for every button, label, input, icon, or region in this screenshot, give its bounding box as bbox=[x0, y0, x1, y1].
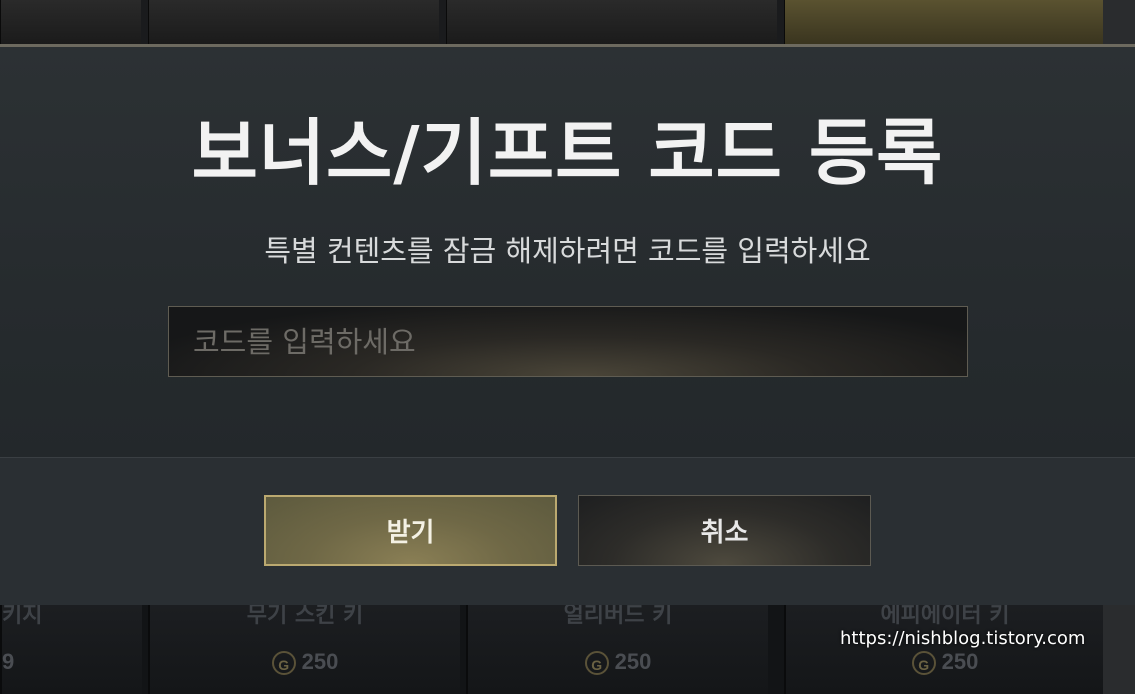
gold-coin-icon: G bbox=[911, 651, 936, 676]
store-card-price: 250 bbox=[301, 649, 339, 674]
store-card[interactable]: 에피에이터 키 G 250 bbox=[784, 603, 1104, 694]
watermark: https://nishblog.tistory.com bbox=[840, 628, 1086, 649]
code-input[interactable] bbox=[168, 306, 968, 377]
gold-coin-icon: G bbox=[271, 651, 296, 676]
cancel-button-label: 취소 bbox=[700, 518, 749, 548]
cancel-button[interactable]: 취소 bbox=[578, 495, 871, 566]
store-item-thumb bbox=[0, 0, 141, 44]
store-card-price-row: G 250 bbox=[468, 649, 768, 676]
store-card-price-row: G 250 bbox=[150, 649, 460, 676]
store-card-price: 9 bbox=[2, 649, 15, 674]
code-dialog-footer bbox=[0, 457, 1135, 605]
dialog-subtitle: 특별 컨텐츠를 잠금 해제하려면 코드를 입력하세요 bbox=[264, 234, 871, 268]
store-item-thumb bbox=[446, 0, 777, 44]
store-card-price: 250 bbox=[614, 649, 652, 674]
dialog-title: 보너스/기프트 코드 등록 bbox=[191, 111, 944, 195]
store-card[interactable]: 무기 스킨 키 G 250 bbox=[148, 603, 460, 694]
store-item-thumb bbox=[784, 0, 1103, 44]
gold-coin-icon: G bbox=[584, 651, 609, 676]
store-item-thumb bbox=[148, 0, 439, 44]
redeem-button[interactable]: 받기 bbox=[264, 495, 557, 566]
store-card[interactable]: 얼리버드 키 G 250 bbox=[466, 603, 768, 694]
redeem-button-label: 받기 bbox=[386, 518, 435, 548]
store-card-price: 250 bbox=[941, 649, 979, 674]
store-card-price-row: G 250 bbox=[786, 649, 1104, 676]
store-card[interactable]: 키지 9 bbox=[0, 603, 142, 694]
